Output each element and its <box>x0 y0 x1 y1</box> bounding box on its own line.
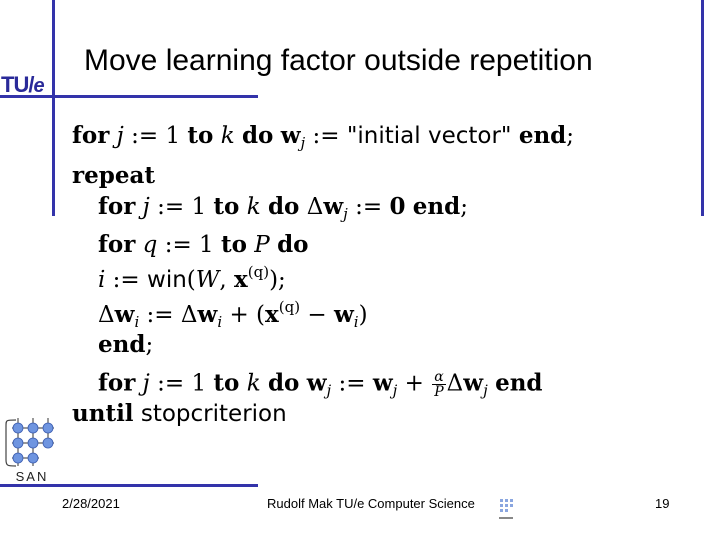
var-w: w <box>114 301 135 328</box>
algorithm-line-reset-delta: for j := 1 to k do Δwj := 0 end; <box>98 195 468 222</box>
assign-text: := 1 <box>149 370 214 397</box>
logo-nodes <box>12 422 54 464</box>
keyword-to: to <box>221 231 247 258</box>
tue-logo-e: e <box>33 75 44 97</box>
superscript-q: (q) <box>278 298 301 316</box>
left-vertical-rule <box>52 0 55 216</box>
stop-criterion: stopcriterion <box>140 401 287 427</box>
var-k: k <box>246 194 261 220</box>
minus-sign: − <box>300 302 334 328</box>
tue-logo: TU/e <box>1 72 45 98</box>
keyword-until: until <box>72 400 134 427</box>
keyword-for: for <box>98 231 136 258</box>
var-P: P <box>254 232 270 258</box>
algorithm-line-winner: i := win(W, x(q)); <box>98 265 286 292</box>
keyword-to: to <box>213 193 240 220</box>
san-logo: SAN <box>5 418 54 484</box>
var-w: w <box>323 193 344 220</box>
paren-close: ) <box>358 302 368 328</box>
comma: , <box>219 267 235 293</box>
plus-paren: + ( <box>222 302 266 328</box>
assign-text: := 1 <box>157 232 221 258</box>
subscript-j: j <box>483 381 488 400</box>
keyword-end: end <box>495 369 543 397</box>
assign-text: := <box>105 267 148 293</box>
right-vertical-rule <box>701 0 704 216</box>
page-number: 19 <box>655 496 670 511</box>
var-W: W <box>195 267 220 293</box>
superscript-q: (q) <box>247 263 270 281</box>
algorithm-line-repeat: repeat <box>72 164 155 188</box>
var-k: k <box>246 370 261 397</box>
tue-logo-text: TU/ <box>1 72 34 97</box>
algorithm-line-update: for j := 1 to k do wj := wj + α P Δwj end <box>98 370 543 399</box>
var-j: j <box>116 123 124 149</box>
var-x: x <box>265 301 279 328</box>
keyword-do: do <box>277 231 309 258</box>
keyword-for: for <box>98 369 136 397</box>
keyword-do: do <box>241 122 274 149</box>
var-w: w <box>372 369 393 397</box>
plus-sign: + <box>397 370 432 397</box>
keyword-end: end <box>98 331 146 358</box>
var-w: w <box>197 301 218 328</box>
keyword-for: for <box>72 122 110 149</box>
assign-text: := 1 <box>149 194 214 220</box>
semicolon: ; <box>566 123 574 149</box>
keyword-for: for <box>98 193 136 220</box>
var-q: q <box>142 232 158 258</box>
learning-rate-fraction: αP <box>432 369 446 400</box>
keyword-do: do <box>267 193 300 220</box>
delta-symbol: Δ <box>180 302 198 328</box>
keyword-to: to <box>213 369 240 397</box>
win-function: win <box>147 267 187 293</box>
assign-text: := 1 <box>123 123 188 149</box>
var-w: w <box>333 301 354 328</box>
semicolon: ; <box>145 332 154 358</box>
footer-author: Rudolf Mak TU/e Computer Science <box>267 496 475 511</box>
keyword-do: do <box>267 369 300 397</box>
algorithm-line-until: until stopcriterion <box>72 402 287 426</box>
var-j: j <box>142 194 150 220</box>
keyword-to: to <box>187 122 214 149</box>
assign-text: := <box>331 370 373 397</box>
footer-date: 2/28/2021 <box>62 496 120 511</box>
delta-symbol: Δ <box>306 194 324 220</box>
algorithm-line-init: for j := 1 to k do wj := "initial vector… <box>72 124 574 151</box>
initial-vector-text: "initial vector" <box>346 123 512 149</box>
var-j: j <box>142 370 150 397</box>
algorithm-line-for-q: for q := 1 to P do <box>98 233 309 257</box>
algorithm-line-accumulate: Δwi := Δwi + (x(q) − wi) <box>98 300 368 330</box>
fraction-P: P <box>434 384 444 400</box>
paren-close: ); <box>269 267 286 293</box>
semicolon: ; <box>460 194 468 220</box>
keyword-repeat: repeat <box>72 162 155 189</box>
assign-text: := <box>139 302 181 328</box>
var-w: w <box>306 369 327 397</box>
footer-san-logo-icon <box>499 499 513 519</box>
var-w: w <box>280 122 301 149</box>
var-k: k <box>220 123 235 149</box>
logo-label: SAN <box>16 469 49 484</box>
delta-symbol: Δ <box>98 302 115 328</box>
footer-horizontal-rule <box>0 484 258 487</box>
delta-symbol: Δ <box>446 370 464 397</box>
fraction-alpha: α <box>432 369 446 385</box>
paren-open: ( <box>186 267 196 293</box>
var-w: w <box>463 369 484 397</box>
algorithm-line-end: end; <box>98 333 153 357</box>
zero-vector: 0 <box>389 193 406 220</box>
var-x: x <box>234 266 248 293</box>
assign-text: := <box>347 194 390 220</box>
slide-title: Move learning factor outside repetition <box>84 44 593 77</box>
keyword-end: end <box>518 122 567 149</box>
keyword-end: end <box>412 193 461 220</box>
assign-text: := <box>305 123 347 149</box>
